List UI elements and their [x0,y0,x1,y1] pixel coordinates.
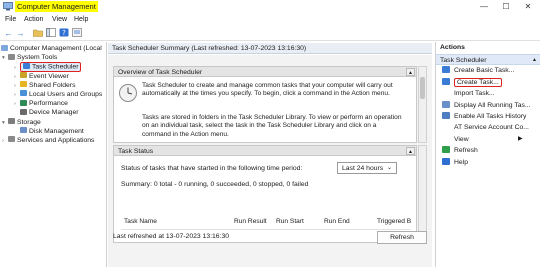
services-icon [8,136,15,143]
computer-icon [1,44,8,51]
action-enable-history[interactable]: Enable All Tasks History [436,111,540,122]
refresh-icon [442,146,450,154]
tree-item-event-viewer[interactable]: › Event Viewer [0,72,106,81]
menu-action[interactable]: Action [24,14,43,26]
shared-folders-icon [20,81,27,88]
action-refresh[interactable]: Refresh [436,145,540,156]
collapse-status-icon[interactable]: ▲ [406,147,415,155]
maximize-button[interactable]: ☐ [495,0,517,13]
action-display-running[interactable]: Display All Running Tas... [436,100,540,111]
create-basic-task-icon [442,66,450,74]
menu-file[interactable]: File [5,14,16,26]
task-scheduler-icon [23,63,30,70]
menu-view[interactable]: View [52,14,67,26]
console-tree: Computer Management (Local ▾ System Tools… [0,42,107,267]
task-table-header: Task Name Run Result Run Start Run End T… [121,216,411,228]
column-task-name[interactable]: Task Name [124,216,157,228]
disk-management-icon [20,127,27,134]
action-import-task[interactable]: Import Task... [436,88,540,99]
status-scrollbar[interactable] [418,145,427,243]
close-button[interactable]: ✕ [517,0,539,13]
system-tools-icon [8,53,15,60]
chevron-right-icon: ▶ [518,135,523,142]
back-arrow-icon[interactable]: ← [3,28,14,39]
table-divider [121,229,411,230]
tree-item-device-manager[interactable]: Device Manager [0,108,106,117]
summary-header: Task Scheduler Summary (Last refreshed: … [108,43,432,54]
overview-panel-title: Overview of Task Scheduler [113,66,417,77]
tree-root[interactable]: Computer Management (Local [0,44,106,53]
overview-panel: Task Scheduler to create and manage comm… [113,77,417,143]
action-at-service-account[interactable]: AT Service Account Co... [436,122,540,133]
forward-arrow-icon[interactable]: → [15,28,26,39]
tree-item-local-users[interactable]: › Local Users and Groups [0,90,106,99]
time-period-select[interactable]: Last 24 hours ⌄ [337,162,397,174]
column-triggered-by[interactable]: Triggered B [377,216,411,228]
actions-header: Actions [440,44,465,51]
clock-icon [119,84,137,102]
scrollbar-thumb[interactable] [420,77,425,99]
status-summary: Summary: 0 total - 0 running, 0 succeede… [121,181,309,188]
column-run-start[interactable]: Run Start [276,216,304,228]
create-task-icon [442,77,450,85]
properties-icon[interactable] [71,28,82,39]
performance-icon [20,99,27,106]
console-tree-icon[interactable] [45,28,56,39]
history-icon [442,111,450,119]
help-icon[interactable]: ? [58,28,69,39]
task-status-title: Task Status [113,145,417,156]
tree-services[interactable]: › Services and Applications [0,136,106,145]
action-create-basic-task[interactable]: Create Basic Task... [436,65,540,76]
tree-storage[interactable]: ▾ Storage [0,118,106,127]
tree-item-disk-management[interactable]: Disk Management [0,127,106,136]
device-manager-icon [20,108,27,115]
summary-pane: Overview of Task Scheduler ▲ Task Schedu… [108,55,432,267]
chevron-down-icon: ⌄ [386,165,392,171]
task-status-panel: Status of tasks that have started in the… [113,156,417,243]
column-run-result[interactable]: Run Result [234,216,267,228]
action-create-task[interactable]: Create Task... [436,77,540,88]
actions-pane: Actions Task Scheduler ▲ Create Basic Ta… [435,42,540,267]
status-period-label: Status of tasks that have started in the… [121,165,303,172]
tree-item-shared-folders[interactable]: › Shared Folders [0,81,106,90]
chevron-up-icon[interactable]: ▲ [532,55,537,66]
column-run-end[interactable]: Run End [324,216,350,228]
event-viewer-icon [20,72,27,79]
storage-icon [8,118,15,124]
window-title: Computer Management [15,1,98,12]
collapse-overview-icon[interactable]: ▲ [406,68,415,76]
actions-section-task-scheduler[interactable]: Task Scheduler ▲ [436,54,540,66]
tree-item-task-scheduler[interactable]: › Task Scheduler [0,62,106,72]
overview-text-2: Tasks are stored in folders in the Task … [142,114,402,138]
action-view[interactable]: View ▶ [436,134,540,145]
tree-system-tools[interactable]: ▾ System Tools [0,53,106,62]
menu-help[interactable]: Help [74,14,88,26]
last-refreshed-label: Last refreshed at 13-07-2023 13:16:30 [113,233,230,240]
minimize-button[interactable]: — [473,0,495,13]
overview-scrollbar[interactable] [418,66,427,143]
computer-management-icon [3,2,13,11]
overview-text-1: Task Scheduler to create and manage comm… [142,82,393,98]
help-icon [442,157,450,165]
refresh-button[interactable]: Refresh [377,231,427,244]
tree-item-performance[interactable]: › Performance [0,99,106,108]
action-help[interactable]: Help [436,157,540,168]
running-tasks-icon [442,100,450,108]
users-icon [20,90,27,97]
folder-up-icon[interactable] [32,28,43,39]
svg-text:?: ? [62,29,66,37]
